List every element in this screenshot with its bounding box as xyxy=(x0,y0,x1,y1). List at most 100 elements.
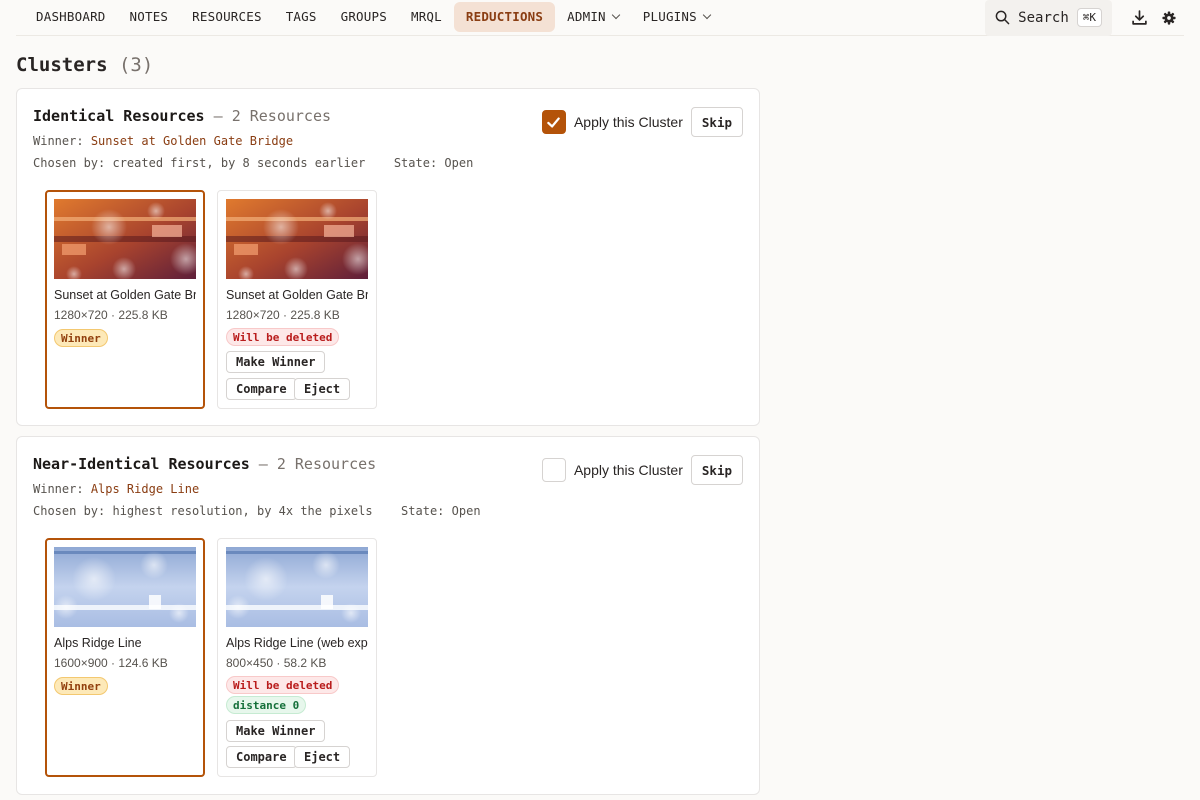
checkmark-icon xyxy=(547,116,561,128)
resource-thumbnail[interactable] xyxy=(54,199,196,279)
nav-label: RESOURCES xyxy=(192,9,262,24)
chevron-down-icon xyxy=(611,10,621,19)
resource-card-winner[interactable]: Alps Ridge Line 1600×900 · 124.6 KB Winn… xyxy=(45,538,205,777)
nav-item-groups[interactable]: GROUPS xyxy=(329,2,399,32)
cluster-resource-count: 2 Resources xyxy=(231,107,332,125)
winner-badge: Winner xyxy=(54,677,108,695)
nav-item-reductions[interactable]: REDUCTIONS xyxy=(453,1,556,32)
apply-controls: Apply this Cluster Skip xyxy=(541,107,743,137)
resource-thumbnail[interactable] xyxy=(226,199,368,279)
winner-label: Winner: xyxy=(33,134,84,148)
apply-controls: Apply this Cluster Skip xyxy=(541,455,743,485)
cluster-count: (3) xyxy=(118,54,154,76)
nav-item-mrql[interactable]: MRQL xyxy=(399,2,454,32)
eject-button[interactable]: Eject xyxy=(294,378,351,400)
title-separator: — xyxy=(213,107,223,125)
page-title-text: Clusters xyxy=(16,54,108,76)
resource-name: Sunset at Golden Gate Bridge xyxy=(226,288,368,302)
chevron-down-icon xyxy=(702,10,712,19)
cluster-chosen-line: Chosen by: highest resolution, by 4x the… xyxy=(33,504,481,518)
resource-card[interactable]: Alps Ridge Line (web export) 800×450 · 5… xyxy=(217,538,377,777)
sunset-thumbnail-image xyxy=(226,199,368,279)
nav-label: MRQL xyxy=(410,9,442,24)
cluster-card: Identical Resources — 2 Resources Winner… xyxy=(16,88,760,426)
cluster-title: Identical Resources — 2 Resources xyxy=(33,107,331,125)
settings-button[interactable] xyxy=(1154,3,1184,33)
chosen-label: Chosen by: xyxy=(33,156,106,170)
sunset-thumbnail-image xyxy=(54,199,196,279)
download-icon xyxy=(1131,10,1147,25)
chosen-value: highest resolution, by 4x the pixels xyxy=(112,504,373,518)
nav-label: TAGS xyxy=(285,9,317,24)
resource-card[interactable]: Sunset at Golden Gate Bridge 1280×720 · … xyxy=(217,190,377,409)
eject-button[interactable]: Eject xyxy=(294,746,351,768)
mountain-thumbnail-image xyxy=(54,547,196,627)
will-be-deleted-badge: Will be deleted xyxy=(226,676,340,694)
nav-item-dashboard[interactable]: DASHBOARD xyxy=(24,2,118,32)
download-button[interactable] xyxy=(1124,3,1154,33)
make-winner-button[interactable]: Make Winner xyxy=(226,720,326,742)
skip-button[interactable]: Skip xyxy=(690,455,743,485)
apply-cluster-label[interactable]: Apply this Cluster xyxy=(574,114,683,130)
compare-button[interactable]: Compare xyxy=(226,378,297,400)
nav-label: ADMIN xyxy=(567,9,606,24)
cluster-chosen-line: Chosen by: created first, by 8 seconds e… xyxy=(33,156,473,170)
skip-button[interactable]: Skip xyxy=(690,107,743,137)
cluster-type: Identical Resources xyxy=(33,107,205,125)
search-button[interactable]: Search ⌘K xyxy=(985,0,1112,36)
apply-cluster-checkbox[interactable] xyxy=(541,458,566,482)
chosen-label: Chosen by: xyxy=(33,504,106,518)
resource-card-winner[interactable]: Sunset at Golden Gate Bridge 1280×720 · … xyxy=(45,190,205,409)
nav-label: GROUPS xyxy=(340,9,387,24)
search-shortcut: ⌘K xyxy=(1076,8,1102,27)
cluster-type: Near-Identical Resources xyxy=(33,455,250,473)
cluster-card: Near-Identical Resources — 2 Resources W… xyxy=(16,436,760,795)
resource-thumbnail[interactable] xyxy=(54,547,196,627)
resource-name: Alps Ridge Line (web export) xyxy=(226,636,368,650)
resource-thumbnail[interactable] xyxy=(226,547,368,627)
main-nav: DASHBOARD NOTES RESOURCES TAGS GROUPS MR… xyxy=(16,0,722,35)
nav-item-notes[interactable]: NOTES xyxy=(118,2,181,32)
search-label: Search xyxy=(1018,9,1069,26)
resource-dimensions: 800×450 · 58.2 KB xyxy=(226,656,327,670)
resource-dimensions: 1600×900 · 124.6 KB xyxy=(54,656,168,670)
make-winner-button[interactable]: Make Winner xyxy=(226,351,326,373)
nav-label: DASHBOARD xyxy=(36,9,106,24)
compare-button[interactable]: Compare xyxy=(226,746,297,768)
nav-label: NOTES xyxy=(129,9,169,24)
winner-link[interactable]: Alps Ridge Line xyxy=(91,482,199,496)
cluster-winner-line: Winner: Sunset at Golden Gate Bridge xyxy=(33,134,293,148)
top-right-actions: Search ⌘K xyxy=(985,0,1184,36)
nav-item-resources[interactable]: RESOURCES xyxy=(180,2,274,32)
winner-label: Winner: xyxy=(33,482,84,496)
state-value: Open xyxy=(444,156,474,170)
winner-badge: Winner xyxy=(54,329,108,347)
nav-item-plugins[interactable]: PLUGINS xyxy=(631,2,722,32)
cluster-winner-line: Winner: Alps Ridge Line xyxy=(33,482,199,496)
nav-label: REDUCTIONS xyxy=(465,9,544,24)
resource-name: Alps Ridge Line xyxy=(54,636,142,650)
resource-dimensions: 1280×720 · 225.8 KB xyxy=(226,308,340,322)
gear-icon xyxy=(1162,10,1176,25)
distance-badge: distance 0 xyxy=(226,696,307,714)
nav-item-tags[interactable]: TAGS xyxy=(274,2,329,32)
will-be-deleted-badge: Will be deleted xyxy=(226,328,340,346)
apply-cluster-checkbox[interactable] xyxy=(541,110,566,134)
winner-link[interactable]: Sunset at Golden Gate Bridge xyxy=(91,134,293,148)
nav-label: PLUGINS xyxy=(642,9,697,24)
nav-item-admin[interactable]: ADMIN xyxy=(555,2,631,32)
resource-dimensions: 1280×720 · 225.8 KB xyxy=(54,308,168,322)
apply-cluster-label[interactable]: Apply this Cluster xyxy=(574,462,683,478)
state-label: State: xyxy=(393,156,438,170)
search-icon xyxy=(995,10,1010,25)
title-separator: — xyxy=(258,455,268,473)
state-value: Open xyxy=(451,504,481,518)
resource-name: Sunset at Golden Gate Bridge xyxy=(54,288,196,302)
page-title: Clusters (3) xyxy=(16,54,153,76)
state-label: State: xyxy=(401,504,445,518)
chosen-value: created first, by 8 seconds earlier xyxy=(112,156,366,170)
cluster-title: Near-Identical Resources — 2 Resources xyxy=(33,455,376,473)
top-nav-bar: DASHBOARD NOTES RESOURCES TAGS GROUPS MR… xyxy=(16,0,1184,36)
cluster-resource-count: 2 Resources xyxy=(276,455,377,473)
mountain-thumbnail-image xyxy=(226,547,368,627)
